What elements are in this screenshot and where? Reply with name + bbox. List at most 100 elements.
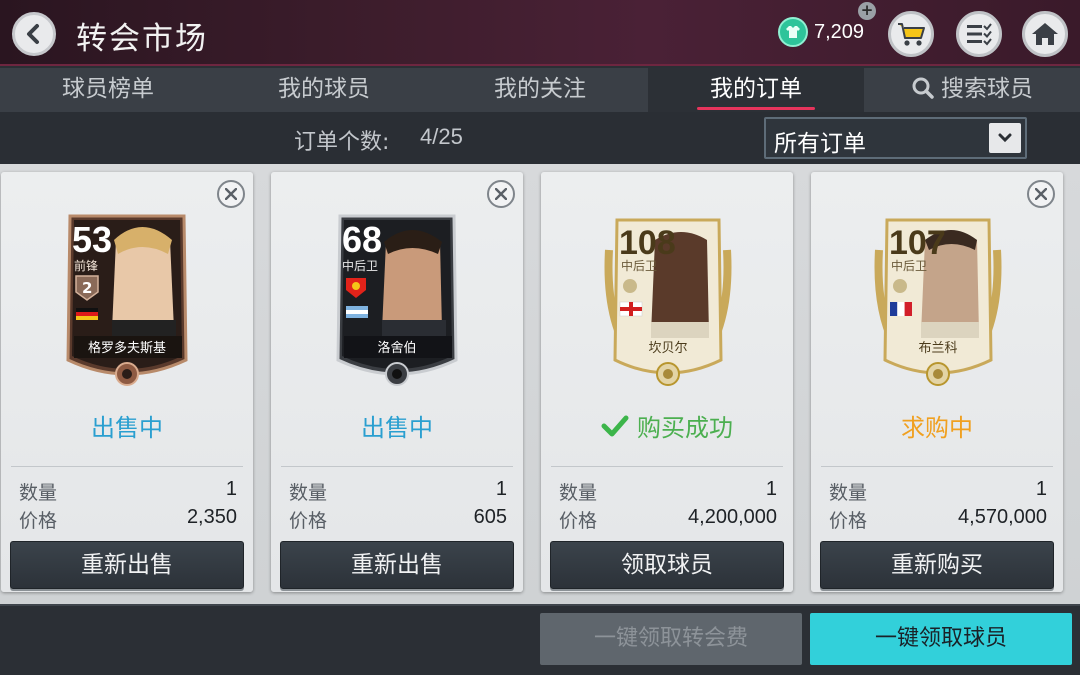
order-filter-value: 所有订单 bbox=[774, 131, 866, 157]
jersey-coin-icon bbox=[778, 17, 808, 47]
shop-cart-button[interactable] bbox=[888, 11, 934, 57]
claim-player-button[interactable]: 领取球员 bbox=[550, 541, 784, 589]
quantity-value: 1 bbox=[765, 478, 777, 500]
order-status: 购买成功 bbox=[541, 408, 793, 443]
order-status: 出售中 bbox=[1, 408, 253, 443]
player-position: 中后卫 bbox=[891, 258, 927, 273]
player-card: 107 中后卫 布兰科 bbox=[874, 218, 1002, 386]
quantity-value: 1 bbox=[225, 478, 237, 500]
quantity-value: 1 bbox=[495, 478, 507, 500]
player-name: 洛舍伯 bbox=[377, 341, 416, 356]
price-value: 4,200,000 bbox=[688, 506, 777, 528]
price-value: 4,570,000 bbox=[958, 506, 1047, 528]
menu-list-button[interactable] bbox=[956, 11, 1002, 57]
order-status-text: 求购中 bbox=[901, 414, 973, 442]
order-status-text: 出售中 bbox=[91, 414, 163, 442]
quantity-label: 数量 bbox=[19, 482, 58, 504]
home-icon bbox=[1032, 23, 1058, 45]
quantity-label: 数量 bbox=[559, 482, 598, 504]
divider bbox=[11, 466, 243, 467]
claim-all-fees-button[interactable]: 一键领取转会费 bbox=[540, 613, 802, 665]
order-card: 107 中后卫 布兰科 求购中 数量 1 价格 4,570,000 重新购买 bbox=[811, 172, 1063, 592]
price-label: 价格 bbox=[829, 510, 868, 532]
order-count-value: 4/25 bbox=[420, 124, 463, 149]
close-order-button[interactable] bbox=[217, 180, 245, 208]
top-bar: 转会市场 7,209 + bbox=[0, 0, 1080, 66]
active-tab-indicator bbox=[697, 107, 815, 110]
player-card: 108 中后卫 坎贝尔 bbox=[604, 218, 732, 386]
tab-label: 我的订单 bbox=[710, 76, 802, 102]
chevron-down-icon bbox=[989, 123, 1021, 153]
checkmark-icon bbox=[601, 415, 629, 436]
player-position: 中后卫 bbox=[621, 258, 657, 273]
claim-all-players-button[interactable]: 一键领取球员 bbox=[810, 613, 1072, 665]
player-card: 68 中后卫 洛舍伯 bbox=[336, 214, 458, 386]
divider bbox=[821, 466, 1053, 467]
divider bbox=[281, 466, 513, 467]
close-icon bbox=[225, 188, 237, 200]
player-rating: 53 bbox=[72, 219, 112, 260]
tab-player-rankings[interactable]: 球员榜单 bbox=[0, 68, 216, 112]
player-name: 格罗多夫斯基 bbox=[88, 340, 166, 356]
close-order-button[interactable] bbox=[1027, 180, 1055, 208]
checklist-icon bbox=[967, 23, 992, 46]
england-flag-icon bbox=[619, 301, 643, 317]
currency-display: 7,209 bbox=[778, 16, 864, 48]
coin-balance: 7,209 bbox=[814, 20, 865, 43]
tab-my-watchlist[interactable]: 我的关注 bbox=[432, 68, 648, 112]
rebuy-button[interactable]: 重新购买 bbox=[820, 541, 1054, 589]
close-icon bbox=[1035, 188, 1047, 200]
tab-label: 我的球员 bbox=[278, 76, 370, 102]
player-name: 布兰科 bbox=[918, 341, 957, 356]
relist-button[interactable]: 重新出售 bbox=[10, 541, 244, 589]
tab-label: 我的关注 bbox=[494, 76, 586, 102]
player-name: 坎贝尔 bbox=[648, 341, 687, 356]
quantity-label: 数量 bbox=[829, 482, 868, 504]
order-card: 108 中后卫 坎贝尔 购买成功 数量 1 价格 4,200,000 领取球员 bbox=[541, 172, 793, 592]
relist-button[interactable]: 重新出售 bbox=[280, 541, 514, 589]
order-card: 53 前锋 2 格罗多夫斯基 出售中 数量 1 价格 2,350 重新出售 bbox=[1, 172, 253, 592]
tab-search-players[interactable]: 搜索球员 bbox=[864, 68, 1080, 112]
divider bbox=[551, 466, 783, 467]
tab-label: 球员榜单 bbox=[62, 76, 154, 102]
quantity-value: 1 bbox=[1035, 478, 1047, 500]
price-value: 605 bbox=[473, 506, 507, 528]
tab-label: 搜索球员 bbox=[941, 76, 1033, 102]
germany-flag-icon bbox=[76, 308, 98, 320]
tab-bar: 球员榜单 我的球员 我的关注 我的订单 搜索球员 bbox=[0, 68, 1080, 112]
chevron-left-icon bbox=[27, 24, 39, 44]
orders-area: 53 前锋 2 格罗多夫斯基 出售中 数量 1 价格 2,350 重新出售 68… bbox=[0, 164, 1080, 604]
order-status-text: 购买成功 bbox=[637, 414, 733, 442]
price-label: 价格 bbox=[289, 510, 328, 532]
close-icon bbox=[495, 188, 507, 200]
order-status: 求购中 bbox=[811, 408, 1063, 443]
price-label: 价格 bbox=[19, 510, 58, 532]
add-coins-button[interactable]: + bbox=[858, 2, 876, 20]
order-filter-dropdown[interactable]: 所有订单 bbox=[764, 117, 1027, 159]
tab-my-players[interactable]: 我的球员 bbox=[216, 68, 432, 112]
player-rank-badge: 2 bbox=[82, 279, 92, 297]
player-position: 中后卫 bbox=[342, 258, 378, 273]
argentina-flag-icon bbox=[346, 306, 368, 318]
france-flag-icon bbox=[890, 302, 912, 316]
order-count-label: 订单个数: bbox=[294, 130, 390, 155]
search-icon bbox=[912, 77, 934, 99]
player-rating: 68 bbox=[342, 219, 382, 260]
player-rating: 108 bbox=[619, 224, 676, 262]
back-button[interactable] bbox=[12, 12, 56, 56]
tab-my-orders[interactable]: 我的订单 bbox=[648, 68, 864, 112]
icon-badge-icon bbox=[893, 279, 907, 293]
cart-icon bbox=[898, 23, 925, 46]
order-status: 出售中 bbox=[271, 408, 523, 443]
price-value: 2,350 bbox=[186, 506, 237, 528]
player-card: 53 前锋 2 格罗多夫斯基 bbox=[66, 214, 188, 386]
icon-badge-icon bbox=[623, 279, 637, 293]
order-status-text: 出售中 bbox=[361, 414, 433, 442]
page-title: 转会市场 bbox=[76, 21, 208, 57]
home-button[interactable] bbox=[1022, 11, 1068, 57]
player-rating: 107 bbox=[889, 224, 946, 262]
quantity-label: 数量 bbox=[289, 482, 328, 504]
order-card: 68 中后卫 洛舍伯 出售中 数量 1 价格 605 重新出售 bbox=[271, 172, 523, 592]
close-order-button[interactable] bbox=[487, 180, 515, 208]
price-label: 价格 bbox=[559, 510, 598, 532]
